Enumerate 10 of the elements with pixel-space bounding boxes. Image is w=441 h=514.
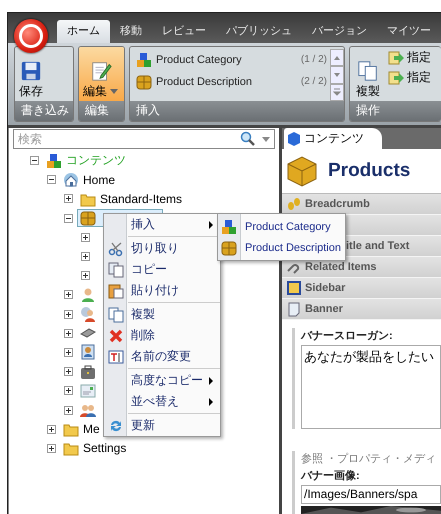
field-links: 参照 ・プロパティ・メディ bbox=[301, 452, 438, 466]
group-label: 操作 bbox=[350, 101, 441, 121]
field-label: バナー画像: bbox=[301, 469, 361, 483]
group-label: 書き込み bbox=[15, 101, 73, 121]
item-count: (1 / 2) bbox=[300, 54, 328, 65]
group-label: 挿入 bbox=[130, 101, 344, 121]
group-label: 編集 bbox=[79, 101, 124, 121]
field-label: バナースローガン: bbox=[301, 329, 394, 343]
item-count: (2 / 2) bbox=[300, 76, 328, 87]
item-title: Products bbox=[328, 160, 410, 182]
